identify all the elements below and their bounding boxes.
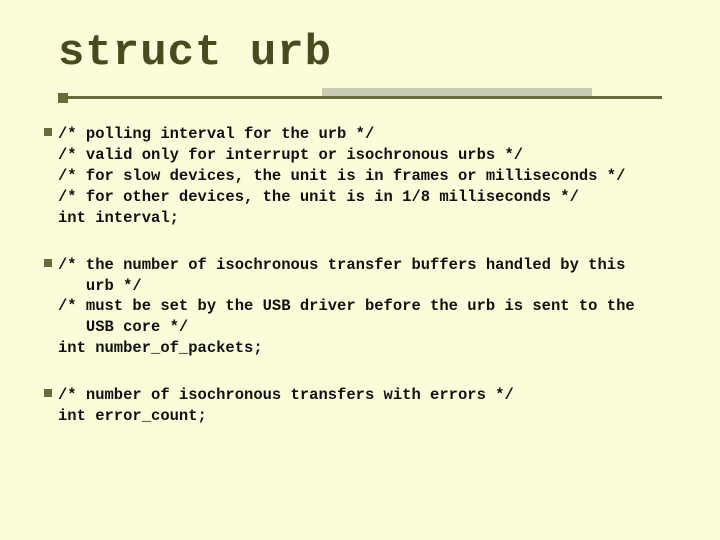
- slide-title: struct urb: [58, 28, 662, 78]
- slide: struct urb /* polling interval for the u…: [0, 0, 720, 540]
- code-line: /* must be set by the USB driver before …: [58, 296, 662, 317]
- rule-line: [58, 96, 662, 99]
- block-bullet-icon: [44, 128, 52, 136]
- code-line: /* valid only for interrupt or isochrono…: [58, 145, 662, 166]
- code-line: /* polling interval for the urb */: [58, 124, 662, 145]
- code-block: /* number of isochronous transfers with …: [58, 385, 662, 427]
- code-line: urb */: [58, 276, 662, 297]
- block-bullet-icon: [44, 259, 52, 267]
- code-line: USB core */: [58, 317, 662, 338]
- rule-bullet-icon: [58, 93, 68, 103]
- code-line: /* for other devices, the unit is in 1/8…: [58, 187, 662, 208]
- code-block: /* polling interval for the urb *//* val…: [58, 124, 662, 229]
- code-line: int number_of_packets;: [58, 338, 662, 359]
- title-rule: [58, 88, 662, 102]
- code-line: int interval;: [58, 208, 662, 229]
- code-line: /* number of isochronous transfers with …: [58, 385, 662, 406]
- content-area: /* polling interval for the urb *//* val…: [58, 124, 662, 427]
- code-block: /* the number of isochronous transfer bu…: [58, 255, 662, 360]
- code-line: int error_count;: [58, 406, 662, 427]
- code-line: /* the number of isochronous transfer bu…: [58, 255, 662, 276]
- code-line: /* for slow devices, the unit is in fram…: [58, 166, 662, 187]
- block-bullet-icon: [44, 389, 52, 397]
